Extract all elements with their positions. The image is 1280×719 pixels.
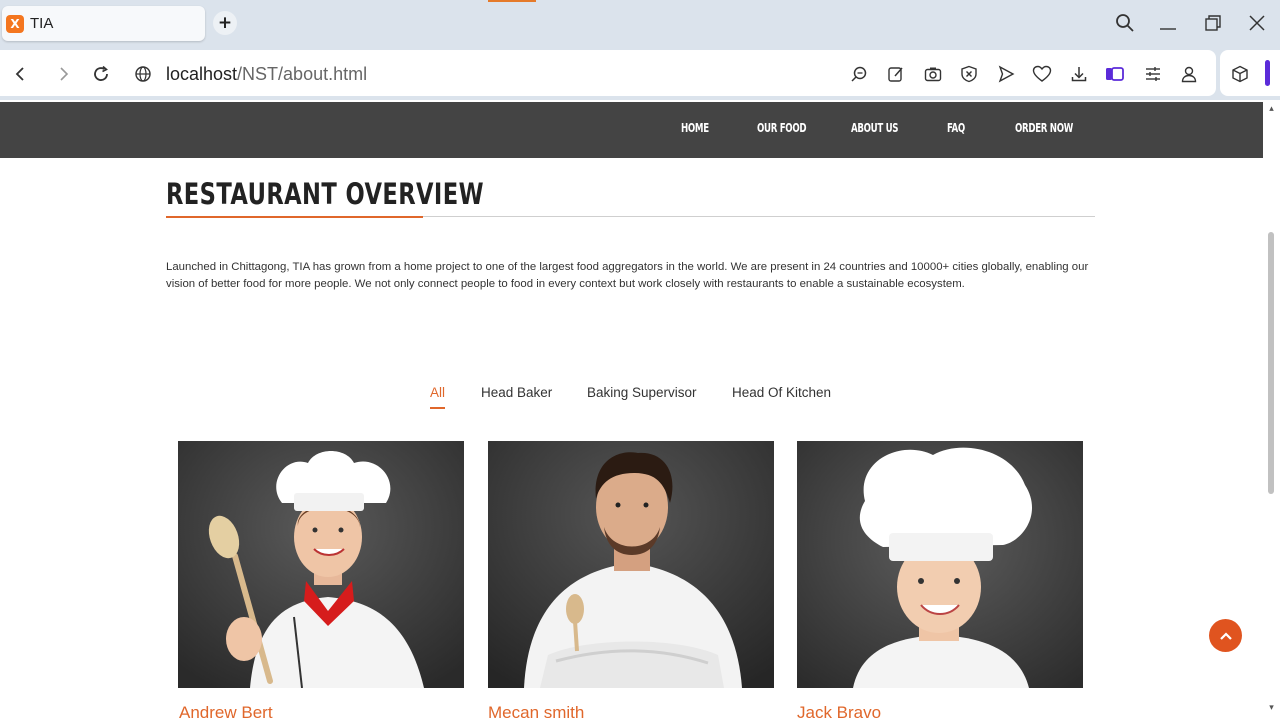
profile-icon[interactable] <box>1178 63 1200 85</box>
nav-faq[interactable]: FAQ <box>947 121 965 135</box>
page-scrollbar[interactable]: ▴ ▾ <box>1263 100 1280 719</box>
overview-text: Launched in Chittagong, TIA has grown fr… <box>166 261 1089 290</box>
extensions-icon[interactable] <box>1229 63 1251 85</box>
page-viewport: HOME OUR FOOD ABOUT US FAQ ORDER NOW RES… <box>0 100 1280 719</box>
address-panel: localhost/NST/about.html <box>0 50 1216 96</box>
close-window-icon[interactable] <box>1241 8 1273 38</box>
scroll-up-icon[interactable]: ▴ <box>1266 104 1277 115</box>
filter-head-baker[interactable]: Head Baker <box>481 385 552 400</box>
nav-our-food[interactable]: OUR FOOD <box>757 121 807 135</box>
tab-loading-indicator <box>488 0 536 2</box>
browser-tab-bar: X TIA + <box>0 0 1280 48</box>
team-member-name[interactable]: Mecan smith <box>488 703 584 719</box>
search-tabs-icon[interactable] <box>1109 8 1141 38</box>
team-filter-tabs: All Head Baker Baking Supervisor Head Of… <box>0 385 1263 415</box>
scroll-thumb[interactable] <box>1268 232 1274 494</box>
section-title: RESTAURANT OVERVIEW <box>166 177 484 211</box>
sidebar-icon[interactable] <box>1104 63 1126 85</box>
scroll-down-icon[interactable]: ▾ <box>1266 703 1277 714</box>
camera-icon[interactable] <box>922 63 944 85</box>
browser-toolbar: localhost/NST/about.html <box>0 48 1280 100</box>
zoom-icon[interactable] <box>848 63 870 85</box>
extensions-panel <box>1220 50 1280 96</box>
chef-photo-2 <box>488 441 774 688</box>
send-icon[interactable] <box>995 63 1017 85</box>
team-card-photo[interactable] <box>797 441 1083 688</box>
filter-head-of-kitchen[interactable]: Head Of Kitchen <box>732 385 831 400</box>
chef-photo-1 <box>178 441 464 688</box>
title-accent-line <box>166 216 423 218</box>
download-icon[interactable] <box>1068 63 1090 85</box>
site-navbar: HOME OUR FOOD ABOUT US FAQ ORDER NOW <box>0 102 1263 158</box>
url-host: localhost <box>166 64 238 84</box>
filter-all[interactable]: All <box>430 385 445 400</box>
nav-home[interactable]: HOME <box>681 121 709 135</box>
back-to-top-button[interactable] <box>1209 619 1242 652</box>
settings-icon[interactable] <box>1142 63 1164 85</box>
edit-icon[interactable] <box>885 63 907 85</box>
heart-icon[interactable] <box>1031 63 1053 85</box>
sidebar-indicator <box>1265 60 1270 86</box>
team-member-name[interactable]: Jack Bravo <box>797 703 881 719</box>
team-card-photo[interactable] <box>178 441 464 688</box>
back-icon[interactable] <box>7 61 33 87</box>
restore-icon[interactable] <box>1197 8 1229 38</box>
url-field[interactable]: localhost/NST/about.html <box>166 64 367 85</box>
url-path: /NST/about.html <box>237 64 368 84</box>
globe-icon[interactable] <box>130 61 156 87</box>
team-member-name[interactable]: Andrew Bert <box>179 703 273 719</box>
nav-about-us[interactable]: ABOUT US <box>851 121 899 135</box>
xampp-favicon-icon: X <box>6 14 24 33</box>
browser-tab[interactable]: X TIA <box>2 6 205 41</box>
filter-baking-supervisor[interactable]: Baking Supervisor <box>587 385 697 400</box>
active-filter-underline <box>430 407 445 409</box>
nav-order-now[interactable]: ORDER NOW <box>1015 121 1073 135</box>
new-tab-button[interactable]: + <box>213 11 237 35</box>
forward-icon[interactable] <box>51 61 77 87</box>
chef-photo-3 <box>797 441 1083 688</box>
reload-icon[interactable] <box>88 61 114 87</box>
tab-title: TIA <box>30 15 54 32</box>
minimize-icon[interactable] <box>1152 8 1184 38</box>
chevron-up-icon <box>1219 631 1232 640</box>
team-card-photo[interactable] <box>488 441 774 688</box>
shield-icon[interactable] <box>958 63 980 85</box>
